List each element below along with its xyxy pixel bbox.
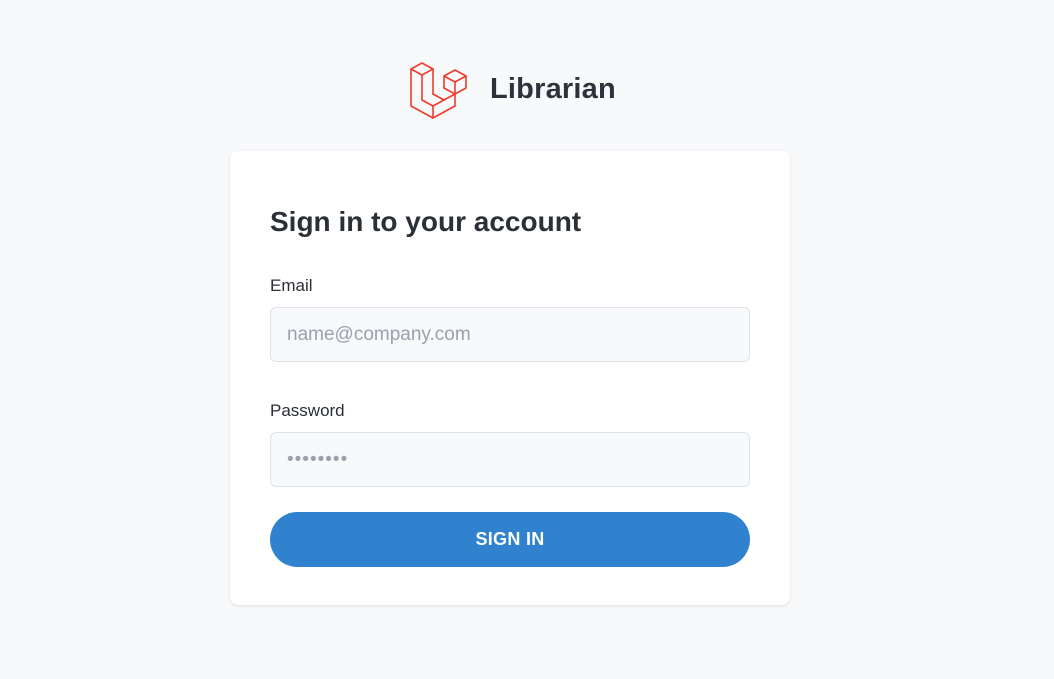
page-title: Sign in to your account <box>270 206 582 237</box>
email-label: Email <box>270 276 313 295</box>
password-field[interactable] <box>270 432 750 487</box>
sign-in-button[interactable]: SIGN IN <box>270 512 750 567</box>
login-card: Sign in to your account Email Password S… <box>230 151 790 605</box>
login-page: Librarian Sign in to your account Email … <box>0 0 1054 679</box>
email-field[interactable] <box>270 307 750 362</box>
laravel-logo-icon <box>410 62 467 119</box>
brand-header: Librarian <box>409 58 616 120</box>
password-label: Password <box>270 401 345 420</box>
app-name: Librarian <box>490 72 616 105</box>
